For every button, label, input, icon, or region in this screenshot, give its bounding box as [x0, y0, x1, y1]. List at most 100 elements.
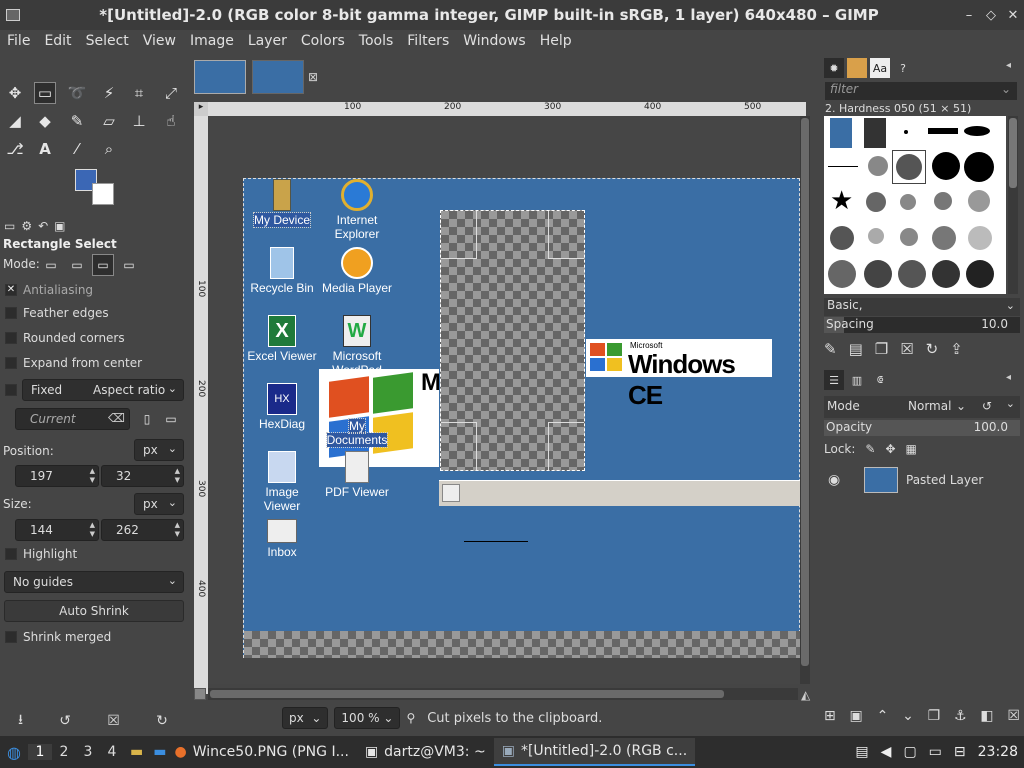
expand-checkbox[interactable] [5, 357, 17, 369]
menu-help[interactable]: Help [533, 33, 579, 49]
reset-icon[interactable]: ↻ [156, 713, 168, 729]
delete-brush-icon[interactable]: ☒ [900, 340, 913, 358]
desktop-icon-inbox[interactable]: Inbox [244, 519, 320, 559]
brush-thumb[interactable] [932, 152, 960, 180]
brush-thumb[interactable] [964, 126, 990, 136]
menu-filters[interactable]: Filters [400, 33, 456, 49]
unit-combo[interactable]: px ⌄ [282, 707, 329, 729]
clear-icon[interactable]: ⌫ [108, 411, 125, 425]
workspace-4[interactable]: 4 [100, 744, 124, 760]
anchor-layer-icon[interactable]: ⚓ [954, 708, 967, 724]
dock-menu-icon[interactable]: ◂ [1006, 60, 1011, 71]
scroll-thumb[interactable] [801, 118, 809, 666]
desktop-icon-wordpad[interactable]: W Microsoft WordPad [319, 315, 395, 377]
brush-thumb[interactable] [900, 194, 916, 210]
restore-preset-icon[interactable]: ↺ [59, 713, 71, 729]
channels-tab-icon[interactable]: ▥ [847, 370, 867, 390]
new-layer-icon[interactable]: ⊞ [824, 708, 836, 724]
size-w-field[interactable]: 144 ▲ ▼ [15, 519, 99, 541]
start-menu-icon[interactable]: ◍ [0, 743, 28, 762]
duplicate-layer-icon[interactable]: ❐ [928, 708, 941, 724]
desktop-icon-pdf-viewer[interactable]: PDF Viewer [319, 451, 395, 499]
size-h-field[interactable]: 262 ▲ ▼ [101, 519, 184, 541]
mode-replace-icon[interactable]: ▭ [40, 254, 62, 276]
volume-icon[interactable]: ◀ [881, 744, 892, 760]
spin-arrows-icon[interactable]: ▲ ▼ [175, 521, 180, 539]
fonts-tab-icon[interactable]: Aa [870, 58, 890, 78]
brush-scrollbar[interactable] [1008, 116, 1018, 294]
scroll-thumb[interactable] [1009, 118, 1017, 188]
menu-layer[interactable]: Layer [241, 33, 294, 49]
zoom-combo[interactable]: 100 % ⌄ [334, 707, 401, 729]
current-ratio-field[interactable]: Current ⌫ [15, 408, 130, 430]
images-tab-icon[interactable]: ▣ [54, 219, 65, 233]
brush-thumb[interactable] [864, 260, 892, 288]
quick-mask-icon[interactable]: ▸ [194, 102, 208, 116]
dock-menu-icon[interactable]: ◂ [1006, 372, 1011, 383]
tool-options-tab-icon[interactable]: ▭ [4, 219, 15, 233]
size-unit-combo[interactable]: px ⌄ [134, 493, 184, 515]
portrait-icon[interactable]: ▯ [136, 408, 158, 430]
spin-arrows-icon[interactable]: ▲ ▼ [175, 467, 180, 485]
mode-intersect-icon[interactable]: ▭ [118, 254, 140, 276]
shrink-merged-checkbox[interactable] [5, 631, 17, 643]
move-tool-icon[interactable]: ✥ [4, 82, 26, 104]
menu-file[interactable]: File [0, 33, 37, 49]
menu-tools[interactable]: Tools [352, 33, 401, 49]
highlight-checkbox[interactable] [5, 548, 17, 560]
desktop-icon-image-viewer[interactable]: Image Viewer [244, 451, 320, 513]
brush-grid[interactable]: ★ [824, 116, 1006, 294]
paths-tab-icon[interactable]: ⟃ [870, 370, 890, 390]
vertical-scrollbar[interactable] [800, 116, 810, 684]
lower-layer-icon[interactable]: ⌄ [902, 708, 914, 724]
taskbar-app-gimp[interactable]: ▣ *[Untitled]-2.0 (RGB c... [493, 738, 696, 766]
mode-subtract-icon[interactable]: ▭ [92, 254, 114, 276]
auto-shrink-button[interactable]: Auto Shrink [4, 600, 184, 622]
brush-thumb[interactable] [898, 260, 926, 288]
bucket-fill-tool-icon[interactable]: ◆ [34, 110, 56, 132]
printer-icon[interactable]: ▤ [855, 744, 868, 760]
edit-brush-icon[interactable]: ✎ [824, 340, 837, 358]
clone-tool-icon[interactable]: ⊥ [128, 110, 150, 132]
new-group-icon[interactable]: ▣ [850, 708, 863, 724]
desktop-icon-hexdiag[interactable]: HX HexDiag [244, 383, 320, 431]
updates-icon[interactable]: ⊟ [954, 744, 966, 760]
desktop-icon-media-player[interactable]: Media Player [319, 247, 395, 295]
color-picker-tool-icon[interactable]: ⁄ [66, 138, 88, 160]
paths-tool-icon[interactable]: ⎇ [4, 138, 26, 160]
layer-mode-combo[interactable]: Mode Normal ⌄ ↺ ⌄ [824, 396, 1020, 418]
brush-thumb[interactable] [968, 190, 990, 212]
mask-layer-icon[interactable]: ◧ [980, 708, 993, 724]
crop-tool-icon[interactable]: ⌗ [128, 82, 150, 104]
desktop-icon-my-device[interactable]: My Device [244, 179, 320, 228]
taskbar-app-firefox[interactable]: ● Wince50.PNG (PNG I... [166, 738, 356, 766]
horizontal-scrollbar[interactable] [208, 688, 798, 700]
workspace-2[interactable]: 2 [52, 744, 76, 760]
network-icon[interactable]: ▭ [929, 744, 942, 760]
visibility-eye-icon[interactable]: ◉ [828, 472, 840, 488]
zoom-tool-icon[interactable]: ⌕ [98, 138, 120, 160]
text-tool-icon[interactable]: A [34, 138, 56, 160]
smudge-tool-icon[interactable]: ☝ [160, 110, 182, 132]
layer-row[interactable]: ◉ Pasted Layer [824, 466, 1020, 494]
antialiasing-checkbox[interactable]: ✕ [5, 284, 17, 296]
restore-button[interactable]: ◇ [980, 8, 1002, 23]
brush-thumb[interactable] [928, 128, 958, 134]
fixed-checkbox[interactable] [5, 384, 17, 396]
workspace-1[interactable]: 1 [28, 744, 52, 760]
desktop-icon-excel-viewer[interactable]: X Excel Viewer [244, 315, 320, 363]
brush-thumb[interactable] [904, 130, 908, 134]
device-status-tab-icon[interactable]: ⚙ [21, 219, 32, 233]
spacing-slider[interactable]: Spacing 10.0 [824, 317, 1020, 333]
layer-name[interactable]: Pasted Layer [906, 473, 983, 487]
brush-thumb[interactable] [868, 228, 884, 244]
delete-preset-icon[interactable]: ☒ [107, 713, 120, 729]
selection-handle-tl[interactable] [441, 211, 477, 259]
warp-tool-icon[interactable]: ◢ [4, 110, 26, 132]
brush-thumb[interactable] [968, 226, 992, 250]
desktop-icon-recycle-bin[interactable]: Recycle Bin [244, 247, 320, 295]
quick-mask-toggle-icon[interactable] [194, 688, 206, 700]
layers-tab-icon[interactable]: ☰ [824, 370, 844, 390]
refresh-brushes-icon[interactable]: ↻ [926, 340, 939, 358]
position-y-field[interactable]: 32 ▲ ▼ [101, 465, 184, 487]
